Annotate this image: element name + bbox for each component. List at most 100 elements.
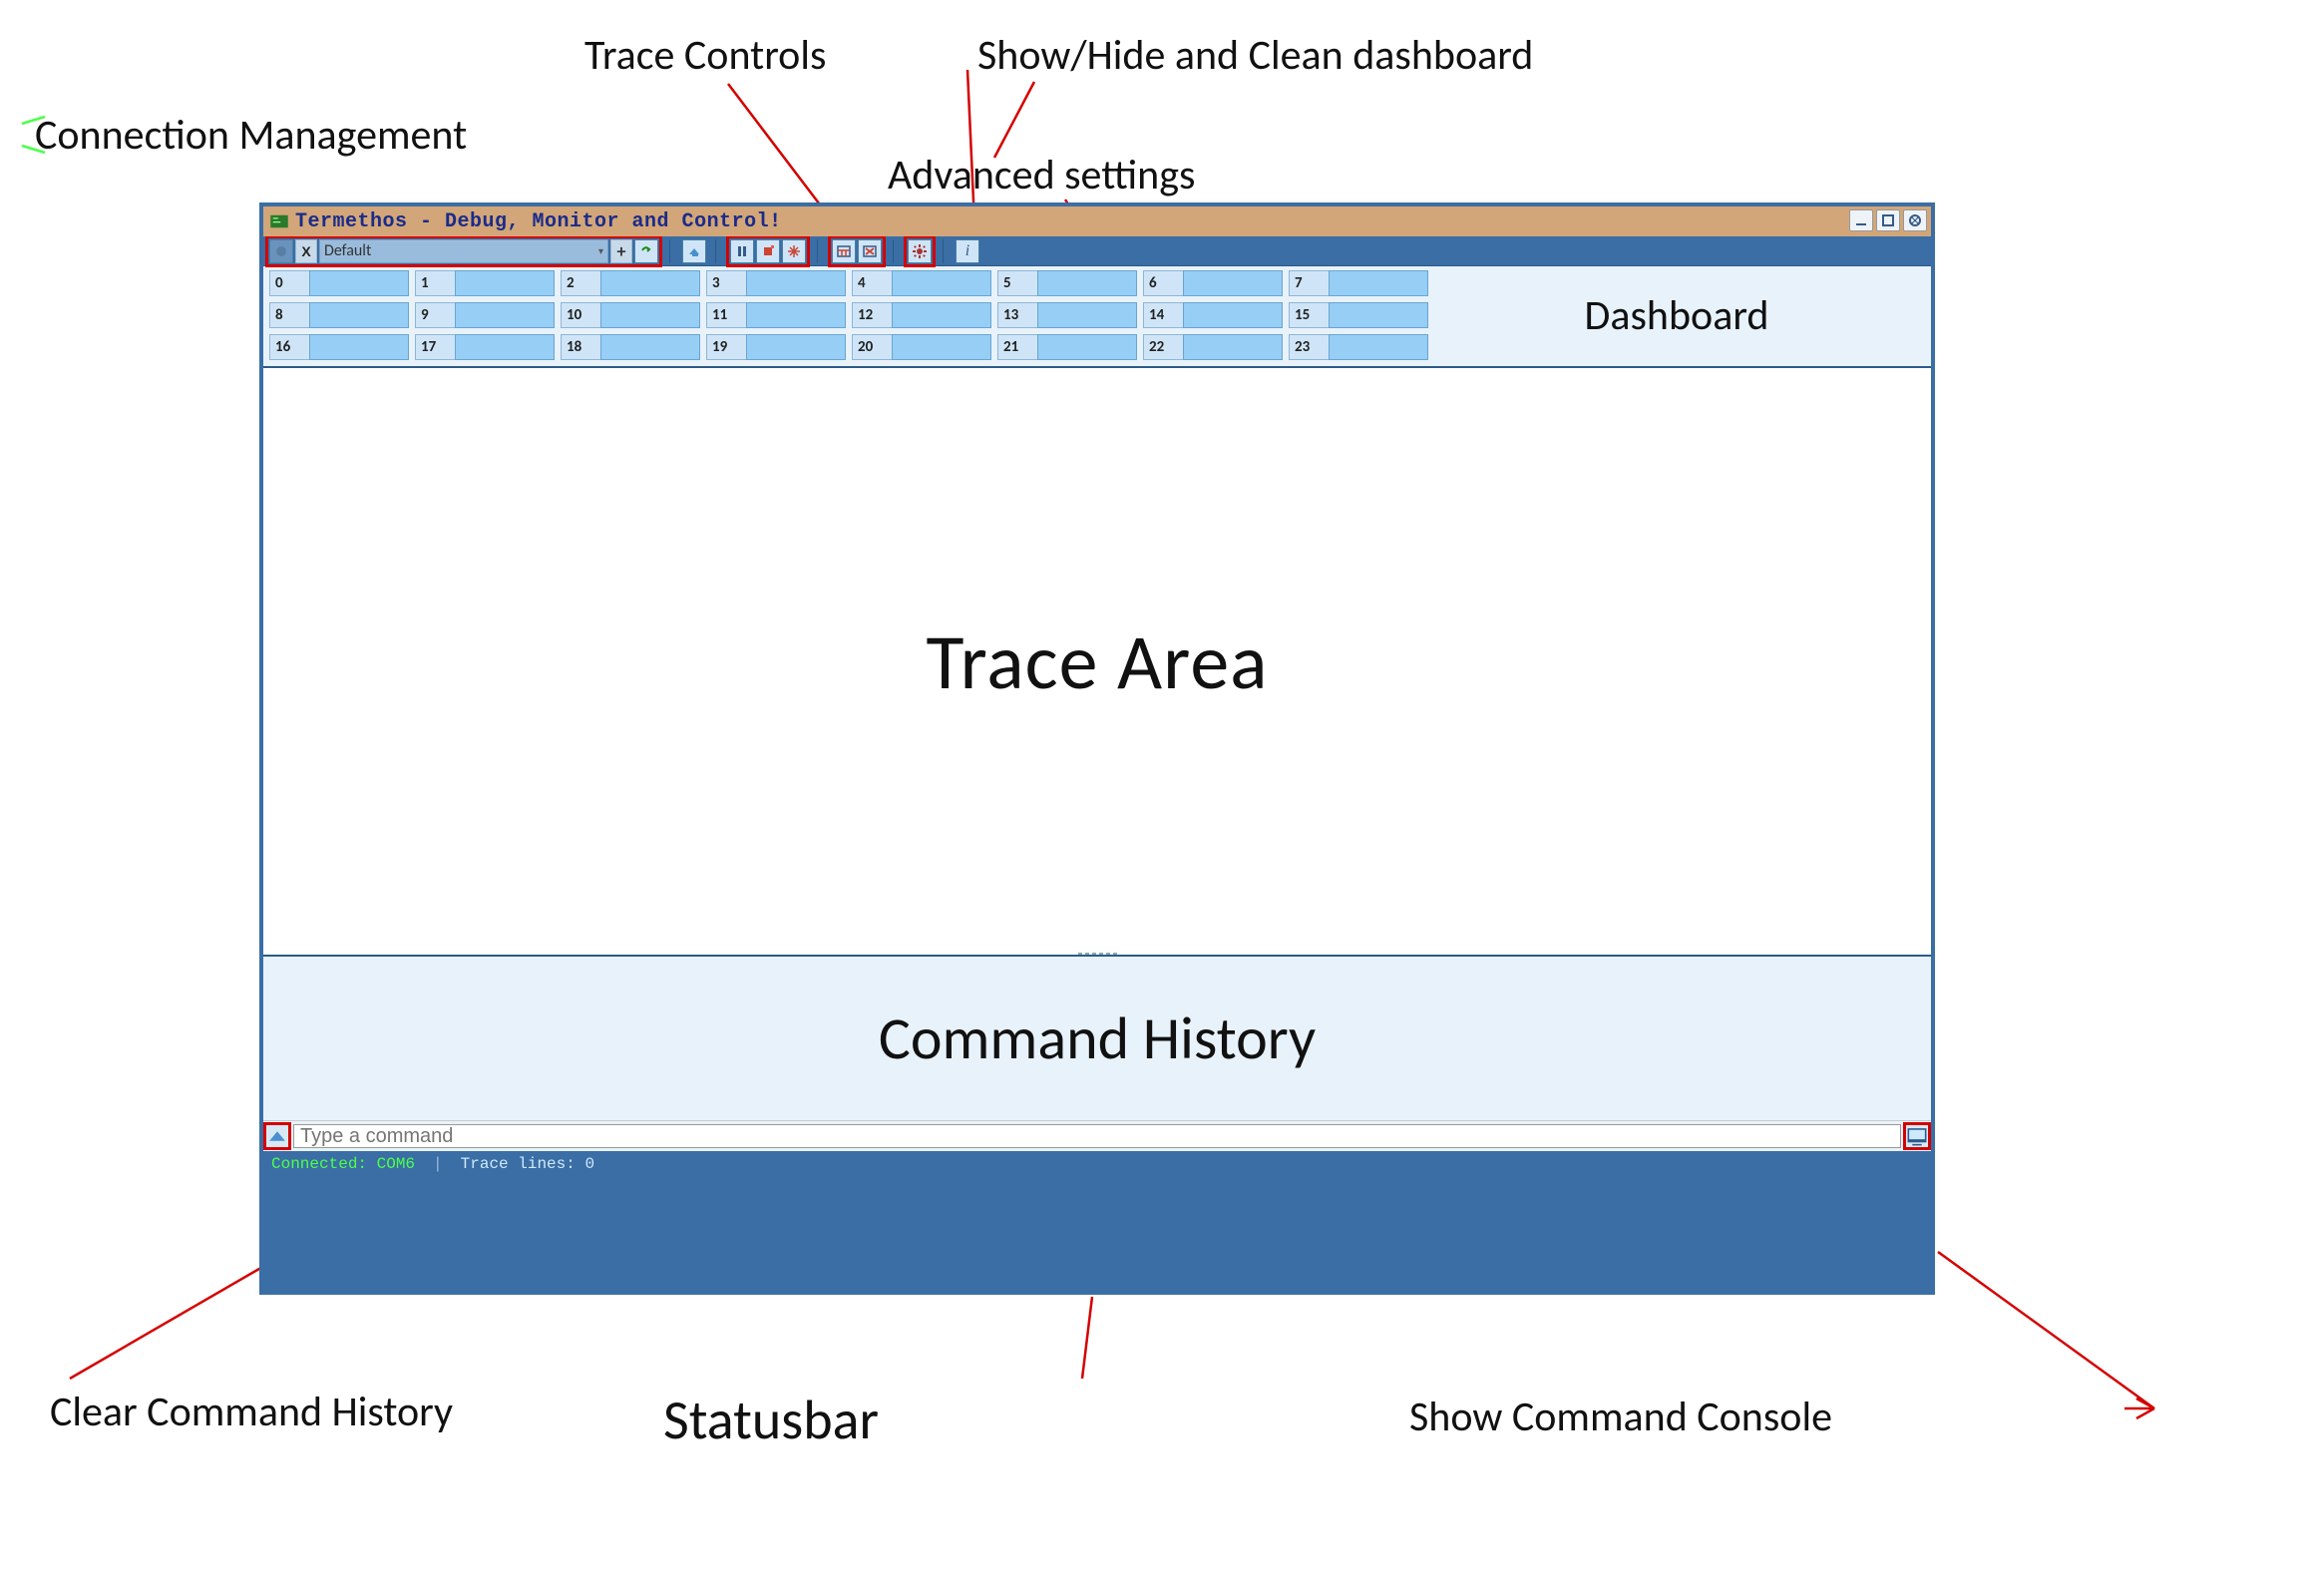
field-value[interactable] bbox=[1037, 334, 1137, 360]
trace-area-label: Trace Area bbox=[926, 614, 1268, 709]
field-label: 13 bbox=[997, 302, 1037, 328]
stop-trace-button[interactable] bbox=[756, 239, 780, 263]
dashboard-field[interactable]: 22 bbox=[1143, 334, 1283, 360]
field-value[interactable] bbox=[892, 302, 991, 328]
field-value[interactable] bbox=[1329, 270, 1428, 296]
field-value[interactable] bbox=[1329, 302, 1428, 328]
trace-controls-group bbox=[728, 237, 808, 265]
field-label: 14 bbox=[1143, 302, 1183, 328]
dashboard-field[interactable]: 10 bbox=[561, 302, 700, 328]
field-value[interactable] bbox=[892, 270, 991, 296]
clean-dashboard-button[interactable] bbox=[858, 239, 882, 263]
advanced-settings-button[interactable] bbox=[908, 239, 932, 263]
refresh-profiles-button[interactable] bbox=[634, 239, 658, 263]
dashboard-field[interactable]: 12 bbox=[852, 302, 991, 328]
field-label: 10 bbox=[561, 302, 600, 328]
annotation-connection-management: Connection Management bbox=[35, 110, 467, 161]
field-value[interactable] bbox=[455, 270, 555, 296]
show-command-console-button[interactable] bbox=[1905, 1124, 1929, 1148]
field-value[interactable] bbox=[309, 270, 409, 296]
field-value[interactable] bbox=[1183, 334, 1283, 360]
field-label: 2 bbox=[561, 270, 600, 296]
dashboard-field[interactable]: 0 bbox=[269, 270, 409, 296]
command-input[interactable] bbox=[293, 1124, 1901, 1148]
dashboard-field[interactable]: 3 bbox=[706, 270, 846, 296]
field-value[interactable] bbox=[600, 270, 700, 296]
trace-area[interactable]: Trace Area bbox=[263, 368, 1931, 957]
dashboard-field[interactable]: 14 bbox=[1143, 302, 1283, 328]
x-icon: X bbox=[301, 243, 310, 259]
field-value[interactable] bbox=[1329, 334, 1428, 360]
dashboard-field[interactable]: 2 bbox=[561, 270, 700, 296]
connect-button[interactable] bbox=[269, 239, 293, 263]
toggle-dashboard-button[interactable] bbox=[832, 239, 856, 263]
toolbar-separator bbox=[715, 239, 721, 263]
disconnect-button[interactable]: X bbox=[295, 239, 317, 263]
field-value[interactable] bbox=[600, 334, 700, 360]
dashboard-field[interactable]: 7 bbox=[1289, 270, 1428, 296]
dashboard-field[interactable]: 5 bbox=[997, 270, 1137, 296]
dashboard-field[interactable]: 23 bbox=[1289, 334, 1428, 360]
profile-selected-label: Default bbox=[324, 241, 371, 260]
clear-trace-button[interactable] bbox=[682, 239, 706, 263]
app-icon bbox=[269, 211, 289, 231]
dashboard-grid: 0 1 2 3 4 5 6 7 8 9 10 11 12 13 14 15 16… bbox=[269, 270, 1428, 360]
dashboard-field[interactable]: 21 bbox=[997, 334, 1137, 360]
field-label: 20 bbox=[852, 334, 892, 360]
field-value[interactable] bbox=[600, 302, 700, 328]
annotation-advanced-settings: Advanced settings bbox=[888, 150, 1195, 200]
maximize-button[interactable] bbox=[1876, 209, 1900, 231]
field-label: 9 bbox=[415, 302, 455, 328]
command-history-panel[interactable]: Command History bbox=[263, 957, 1931, 1121]
splitter-handle[interactable] bbox=[1067, 951, 1127, 957]
dashboard-field[interactable]: 18 bbox=[561, 334, 700, 360]
field-value[interactable] bbox=[309, 334, 409, 360]
profile-select[interactable]: Default ▾ bbox=[319, 239, 608, 263]
console-icon bbox=[1906, 1125, 1928, 1147]
dashboard-field[interactable]: 1 bbox=[415, 270, 555, 296]
toolbar: X Default ▾ + bbox=[263, 236, 1931, 266]
close-window-button[interactable] bbox=[1903, 209, 1927, 231]
annotation-clear-cmd-history: Clear Command History bbox=[50, 1387, 453, 1437]
field-label: 7 bbox=[1289, 270, 1329, 296]
info-button[interactable]: i bbox=[956, 239, 979, 263]
dashboard-visibility-group bbox=[830, 237, 884, 265]
dashboard-field[interactable]: 20 bbox=[852, 334, 991, 360]
field-value[interactable] bbox=[455, 302, 555, 328]
pause-trace-button[interactable] bbox=[730, 239, 754, 263]
status-trace-lines: Trace lines: 0 bbox=[461, 1155, 594, 1173]
add-profile-button[interactable]: + bbox=[610, 239, 632, 263]
dashboard-field[interactable]: 17 bbox=[415, 334, 555, 360]
dashboard-field[interactable]: 4 bbox=[852, 270, 991, 296]
toolbar-separator bbox=[943, 239, 949, 263]
field-label: 6 bbox=[1143, 270, 1183, 296]
field-value[interactable] bbox=[1037, 270, 1137, 296]
minimize-button[interactable] bbox=[1849, 209, 1873, 231]
field-label: 22 bbox=[1143, 334, 1183, 360]
annotation-statusbar: Statusbar bbox=[663, 1387, 879, 1454]
field-value[interactable] bbox=[746, 334, 846, 360]
dashboard-field[interactable]: 13 bbox=[997, 302, 1137, 328]
field-value[interactable] bbox=[892, 334, 991, 360]
dashboard-field[interactable]: 9 bbox=[415, 302, 555, 328]
field-value[interactable] bbox=[309, 302, 409, 328]
field-value[interactable] bbox=[1183, 270, 1283, 296]
dashboard-field[interactable]: 16 bbox=[269, 334, 409, 360]
field-value[interactable] bbox=[1183, 302, 1283, 328]
dashboard-field[interactable]: 19 bbox=[706, 334, 846, 360]
advanced-settings-group bbox=[906, 237, 934, 265]
dashboard-field[interactable]: 8 bbox=[269, 302, 409, 328]
field-value[interactable] bbox=[1037, 302, 1137, 328]
statusbar: Connected: COM6 | Trace lines: 0 bbox=[263, 1151, 1931, 1177]
plus-icon: + bbox=[617, 240, 626, 262]
field-value[interactable] bbox=[746, 270, 846, 296]
dashboard-field[interactable]: 6 bbox=[1143, 270, 1283, 296]
clear-command-history-button[interactable] bbox=[265, 1124, 289, 1148]
field-value[interactable] bbox=[455, 334, 555, 360]
field-label: 4 bbox=[852, 270, 892, 296]
field-value[interactable] bbox=[746, 302, 846, 328]
dashboard-field[interactable]: 15 bbox=[1289, 302, 1428, 328]
dashboard-field[interactable]: 11 bbox=[706, 302, 846, 328]
titlebar: Termethos - Debug, Monitor and Control! bbox=[263, 206, 1931, 236]
freeze-trace-button[interactable] bbox=[782, 239, 806, 263]
